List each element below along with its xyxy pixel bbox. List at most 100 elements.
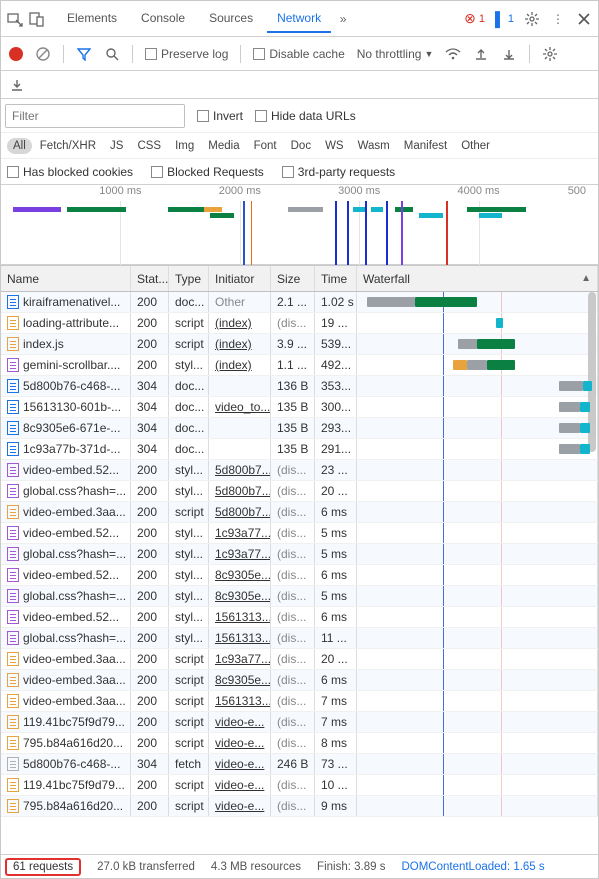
issue-badge[interactable]: ▌1 xyxy=(495,11,514,27)
type-pill-manifest[interactable]: Manifest xyxy=(398,138,453,154)
tab-console[interactable]: Console xyxy=(131,5,195,33)
initiator-cell[interactable]: 1561313... xyxy=(209,628,271,648)
request-row[interactable]: 15613130-601b-...304doc...video_to...135… xyxy=(1,397,598,418)
request-row[interactable]: 5d800b76-c468-...304fetchvideo-e...246 B… xyxy=(1,754,598,775)
download-icon[interactable] xyxy=(501,46,517,62)
col-type[interactable]: Type xyxy=(169,266,209,291)
tab-elements[interactable]: Elements xyxy=(57,5,127,33)
record-button[interactable] xyxy=(9,47,23,61)
initiator-cell[interactable]: 8c9305e... xyxy=(209,565,271,585)
col-time[interactable]: Time xyxy=(315,266,357,291)
clear-icon[interactable] xyxy=(35,46,51,62)
request-row[interactable]: video-embed.3aa...200script8c9305e...(di… xyxy=(1,670,598,691)
initiator-cell[interactable]: 1561313... xyxy=(209,607,271,627)
col-waterfall[interactable]: Waterfall▲ xyxy=(357,266,598,291)
type-pill-doc[interactable]: Doc xyxy=(285,138,317,154)
request-row[interactable]: global.css?hash=...200styl...1c93a77...(… xyxy=(1,544,598,565)
request-row[interactable]: video-embed.52...200styl...8c9305e...(di… xyxy=(1,565,598,586)
blocked-requests-checkbox[interactable]: Blocked Requests xyxy=(151,165,264,179)
blocked-cookies-checkbox[interactable]: Has blocked cookies xyxy=(7,165,133,179)
error-badge[interactable]: ⊗1 xyxy=(464,10,485,27)
request-row[interactable]: video-embed.52...200styl...1561313...(di… xyxy=(1,607,598,628)
initiator-cell[interactable]: video-e... xyxy=(209,712,271,732)
size-cell: (dis... xyxy=(271,628,315,648)
device-toolbar-icon[interactable] xyxy=(29,11,45,27)
tab-network[interactable]: Network xyxy=(267,5,331,33)
wifi-icon[interactable] xyxy=(445,46,461,62)
initiator-cell[interactable]: (index) xyxy=(209,334,271,354)
type-pill-ws[interactable]: WS xyxy=(319,138,350,154)
type-pill-img[interactable]: Img xyxy=(169,138,200,154)
initiator-cell[interactable]: (index) xyxy=(209,355,271,375)
request-row[interactable]: global.css?hash=...200styl...1561313...(… xyxy=(1,628,598,649)
upload-icon[interactable] xyxy=(473,46,489,62)
request-name: video-embed.52... xyxy=(23,568,119,582)
initiator-cell[interactable]: video-e... xyxy=(209,733,271,753)
type-cell: styl... xyxy=(169,607,209,627)
initiator-cell[interactable]: 5d800b7... xyxy=(209,460,271,480)
request-row[interactable]: global.css?hash=...200styl...5d800b7...(… xyxy=(1,481,598,502)
col-name[interactable]: Name xyxy=(1,266,131,291)
initiator-cell[interactable]: 1c93a77... xyxy=(209,544,271,564)
timeline-overview[interactable]: 1000 ms2000 ms3000 ms4000 ms500 xyxy=(1,185,598,265)
inspect-icon[interactable] xyxy=(7,11,23,27)
type-pill-wasm[interactable]: Wasm xyxy=(352,138,396,154)
initiator-cell[interactable]: (index) xyxy=(209,313,271,333)
type-pill-js[interactable]: JS xyxy=(104,138,129,154)
initiator-cell[interactable]: 1c93a77... xyxy=(209,523,271,543)
filter-input[interactable] xyxy=(5,104,185,128)
request-row[interactable]: 8c9305e6-671e-...304doc...135 B293... xyxy=(1,418,598,439)
search-icon[interactable] xyxy=(104,46,120,62)
initiator-cell[interactable]: video-e... xyxy=(209,796,271,816)
type-pill-font[interactable]: Font xyxy=(248,138,283,154)
request-row[interactable]: video-embed.3aa...200script1561313...(di… xyxy=(1,691,598,712)
type-pill-all[interactable]: All xyxy=(7,138,32,154)
request-row[interactable]: loading-attribute...200script(index)(dis… xyxy=(1,313,598,334)
request-row[interactable]: 795.b84a616d20...200scriptvideo-e...(dis… xyxy=(1,733,598,754)
request-row[interactable]: kiraiframenativel...200doc...Other2.1 ..… xyxy=(1,292,598,313)
request-row[interactable]: 1c93a77b-371d-...304doc...135 B291... xyxy=(1,439,598,460)
export-har-icon[interactable] xyxy=(9,77,25,93)
type-pill-css[interactable]: CSS xyxy=(131,138,167,154)
request-row[interactable]: video-embed.52...200styl...1c93a77...(di… xyxy=(1,523,598,544)
col-status[interactable]: Stat... xyxy=(131,266,169,291)
tab-sources[interactable]: Sources xyxy=(199,5,263,33)
throttling-dropdown[interactable]: No throttling▼ xyxy=(357,47,434,61)
kebab-icon[interactable]: ⋮ xyxy=(550,11,566,27)
request-row[interactable]: 119.41bc75f9d79...200scriptvideo-e...(di… xyxy=(1,775,598,796)
type-pill-media[interactable]: Media xyxy=(202,138,245,154)
grid-body[interactable]: kiraiframenativel...200doc...Other2.1 ..… xyxy=(1,292,598,854)
request-row[interactable]: 119.41bc75f9d79...200scriptvideo-e...(di… xyxy=(1,712,598,733)
initiator-cell[interactable]: 8c9305e... xyxy=(209,586,271,606)
initiator-cell[interactable]: video-e... xyxy=(209,775,271,795)
initiator-cell[interactable]: 1c93a77... xyxy=(209,649,271,669)
initiator-cell[interactable]: 5d800b7... xyxy=(209,502,271,522)
initiator-cell[interactable]: 5d800b7... xyxy=(209,481,271,501)
hide-data-urls-checkbox[interactable]: Hide data URLs xyxy=(255,109,356,123)
more-tabs-icon[interactable]: » xyxy=(335,11,351,27)
initiator-cell[interactable]: 8c9305e... xyxy=(209,670,271,690)
initiator-cell[interactable]: 1561313... xyxy=(209,691,271,711)
col-size[interactable]: Size xyxy=(271,266,315,291)
request-row[interactable]: video-embed.52...200styl...5d800b7...(di… xyxy=(1,460,598,481)
preserve-log-checkbox[interactable]: Preserve log xyxy=(145,47,228,61)
initiator-cell[interactable]: video-e... xyxy=(209,754,271,774)
request-row[interactable]: 5d800b76-c468-...304doc...136 B353... xyxy=(1,376,598,397)
filter-icon[interactable] xyxy=(76,46,92,62)
close-icon[interactable] xyxy=(576,11,592,27)
request-row[interactable]: gemini-scrollbar....200styl...(index)1.1… xyxy=(1,355,598,376)
type-pill-fetchxhr[interactable]: Fetch/XHR xyxy=(34,138,102,154)
request-row[interactable]: 795.b84a616d20...200scriptvideo-e...(dis… xyxy=(1,796,598,817)
toolbar-settings-icon[interactable] xyxy=(542,46,558,62)
third-party-checkbox[interactable]: 3rd-party requests xyxy=(282,165,395,179)
request-row[interactable]: global.css?hash=...200styl...8c9305e...(… xyxy=(1,586,598,607)
col-initiator[interactable]: Initiator xyxy=(209,266,271,291)
request-row[interactable]: index.js200script(index)3.9 ...539... xyxy=(1,334,598,355)
initiator-cell[interactable]: video_to... xyxy=(209,397,271,417)
request-row[interactable]: video-embed.3aa...200script5d800b7...(di… xyxy=(1,502,598,523)
request-row[interactable]: video-embed.3aa...200script1c93a77...(di… xyxy=(1,649,598,670)
type-pill-other[interactable]: Other xyxy=(455,138,496,154)
settings-icon[interactable] xyxy=(524,11,540,27)
invert-checkbox[interactable]: Invert xyxy=(197,109,243,123)
disable-cache-checkbox[interactable]: Disable cache xyxy=(253,47,344,61)
